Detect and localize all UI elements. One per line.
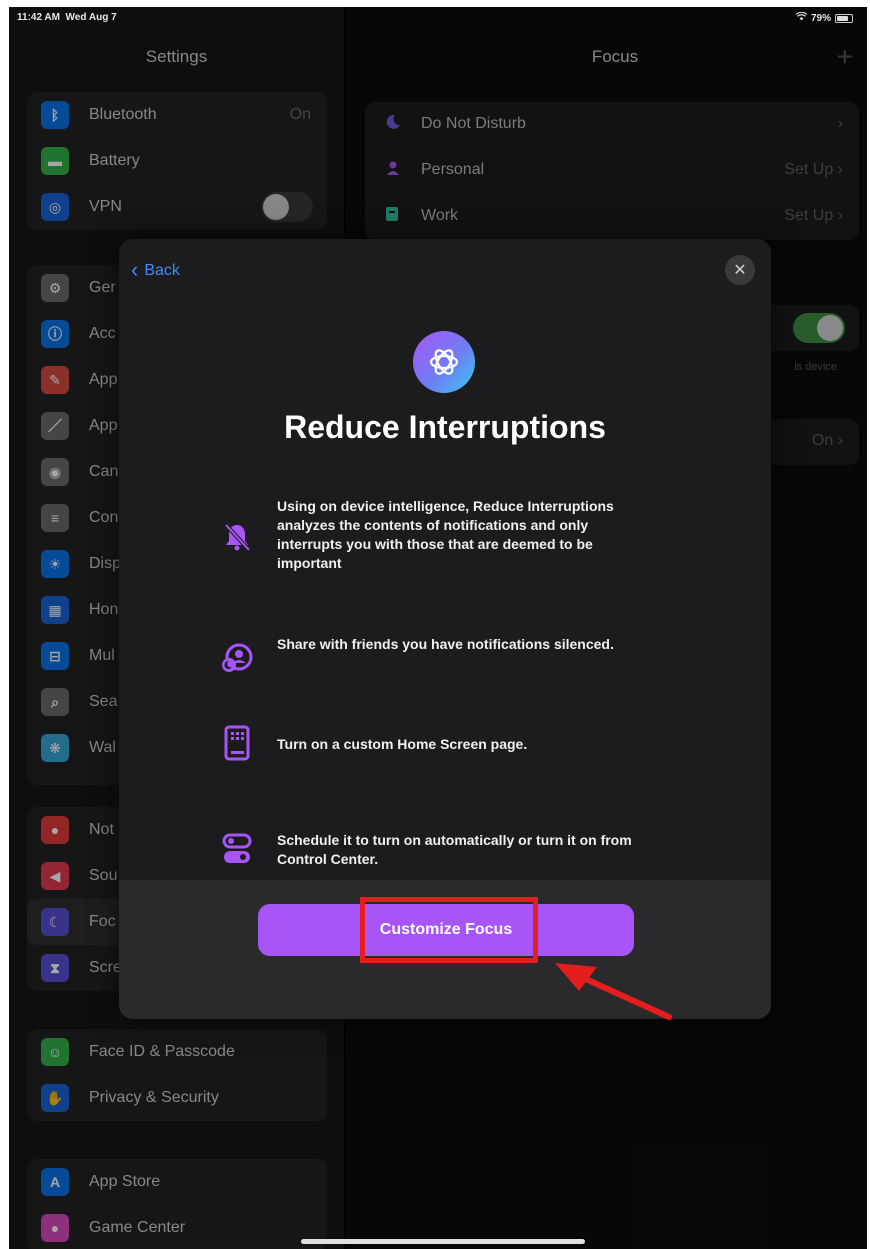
status-right: 79% (795, 11, 853, 24)
back-button[interactable]: ‹ Back (131, 257, 180, 282)
reduce-interruptions-icon (413, 331, 475, 393)
reduce-interruptions-sheet: ‹ Back ✕ Reduce Interruptions Using on d… (119, 239, 771, 1019)
feature-item: Share with friends you have notification… (217, 635, 647, 681)
close-icon: ✕ (733, 262, 747, 279)
feature-text: Using on device intelligence, Reduce Int… (277, 498, 614, 571)
sheet-footer: Customize Focus (119, 880, 771, 1019)
bell-slash-icon (217, 521, 257, 553)
customize-focus-button[interactable]: Customize Focus (258, 904, 634, 956)
shared-status-icon (217, 641, 257, 677)
status-bar: 11:42 AM Wed Aug 7 79% (9, 7, 867, 29)
home-page-icon (217, 725, 257, 761)
sheet-title: Reduce Interruptions (284, 409, 606, 445)
feature-item: Using on device intelligence, Reduce Int… (217, 497, 647, 577)
feature-text: Turn on a custom Home Screen page. (277, 736, 528, 752)
status-time: 11:42 AM Wed Aug 7 (17, 12, 117, 23)
schedule-toggle-icon (217, 833, 257, 865)
feature-text: Share with friends you have notification… (277, 636, 614, 652)
feature-item: Schedule it to turn on automatically or … (217, 831, 647, 877)
battery-percent: 79% (810, 12, 831, 24)
home-indicator[interactable] (301, 1239, 585, 1244)
feature-text: Schedule it to turn on automatically or … (277, 832, 632, 867)
ipad-screen: 11:42 AM Wed Aug 7 79% Settings ᛒ Bluetoo… (9, 7, 867, 1249)
feature-item: Turn on a custom Home Screen page. (217, 725, 647, 771)
back-label: Back (144, 262, 180, 279)
battery-status-icon (835, 13, 853, 23)
chevron-left-icon: ‹ (131, 257, 139, 282)
wifi-icon (795, 11, 808, 24)
close-button[interactable]: ✕ (725, 255, 755, 285)
